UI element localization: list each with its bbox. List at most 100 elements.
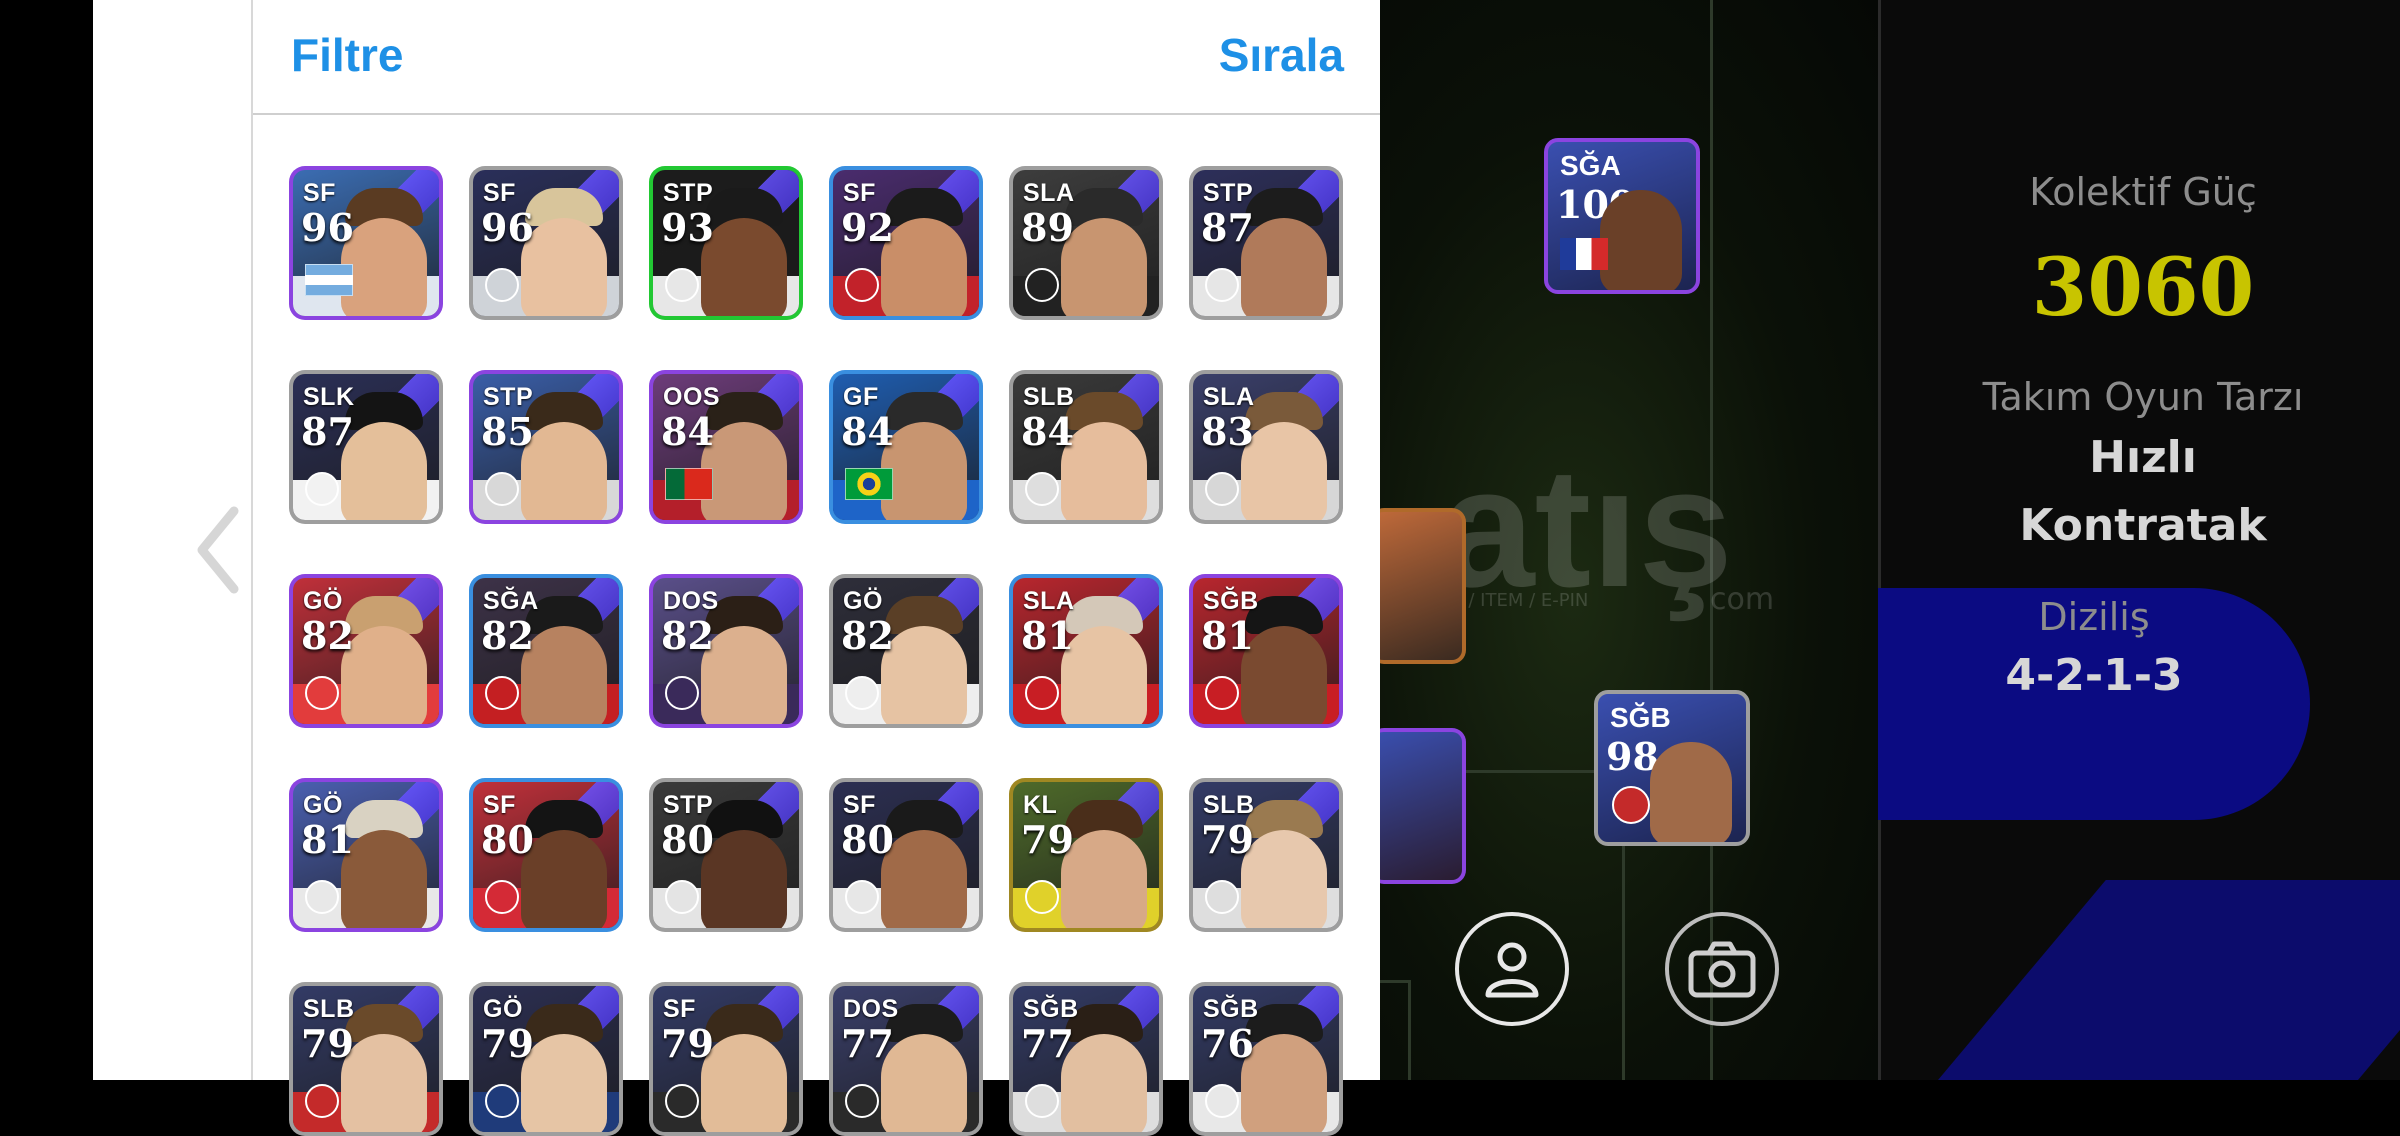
player-rating: 79 (301, 1021, 354, 1066)
pitch-player-card[interactable]: SĞB 98 (1594, 690, 1750, 846)
player-card[interactable]: SĞA 82 (469, 574, 623, 728)
club-badge-icon (1205, 268, 1239, 302)
formation-value: 4-2-1-3 (2005, 650, 2183, 701)
club-badge-icon (1025, 472, 1059, 506)
player-rating: 96 (301, 205, 354, 250)
player-card[interactable]: KL 79 (1009, 778, 1163, 932)
club-badge-icon (1025, 268, 1059, 302)
player-card[interactable]: SF 96 (469, 166, 623, 320)
collective-power-label: Kolektif Güç (2029, 170, 2257, 214)
player-card-image: SĞB 76 (1193, 986, 1339, 1132)
player-card[interactable]: STP 87 (1189, 166, 1343, 320)
player-card[interactable]: SF 92 (829, 166, 983, 320)
player-card[interactable]: GÖ 81 (289, 778, 443, 932)
player-position: SLA (1023, 179, 1075, 207)
flag-france-icon (1560, 238, 1608, 270)
player-position: SLB (1203, 791, 1255, 819)
player-profile-button[interactable] (1455, 912, 1569, 1026)
player-card-image: SLB 79 (293, 986, 439, 1132)
player-rating: 96 (481, 205, 534, 250)
club-badge-icon (665, 1084, 699, 1118)
player-card-image: DOS 82 (653, 578, 799, 724)
player-rating: 84 (1021, 409, 1074, 454)
player-card[interactable]: SF 96 (289, 166, 443, 320)
player-card-image: SF 80 (473, 782, 619, 928)
player-card[interactable]: SLA 81 (1009, 574, 1163, 728)
player-card[interactable]: GÖ 79 (469, 982, 623, 1136)
player-card[interactable]: OOS 84 (649, 370, 803, 524)
player-card[interactable]: SF 80 (829, 778, 983, 932)
club-badge-icon (1612, 786, 1650, 824)
club-badge-icon (1205, 472, 1239, 506)
screenshot-button[interactable] (1665, 912, 1779, 1026)
player-card[interactable]: STP 85 (469, 370, 623, 524)
pitch-player-card-partial[interactable] (1370, 728, 1466, 884)
player-card-image: STP 85 (473, 374, 619, 520)
player-position: GF (843, 383, 879, 411)
player-card-image: OOS 84 (653, 374, 799, 520)
player-rating: 87 (1201, 205, 1254, 250)
player-rating: 81 (301, 817, 354, 862)
player-position: SĞA (483, 587, 539, 615)
player-rating: 79 (1201, 817, 1254, 862)
player-card-image: STP 80 (653, 782, 799, 928)
player-card[interactable]: SLB 79 (289, 982, 443, 1136)
club-badge-icon (665, 268, 699, 302)
player-card[interactable]: DOS 82 (649, 574, 803, 728)
player-card[interactable]: SLB 84 (1009, 370, 1163, 524)
player-card-image: GÖ 82 (833, 578, 979, 724)
player-card-image: GÖ 82 (293, 578, 439, 724)
pitch-line (1408, 980, 1411, 1080)
player-card[interactable]: SLK 87 (289, 370, 443, 524)
player-rating: 80 (661, 817, 714, 862)
player-card[interactable]: DOS 77 (829, 982, 983, 1136)
player-card[interactable]: SLA 89 (1009, 166, 1163, 320)
club-badge-icon (665, 676, 699, 710)
pitch-player-card[interactable]: SĞA 100 (1544, 138, 1700, 294)
sort-button[interactable]: Sırala (1219, 28, 1344, 82)
player-card[interactable]: STP 80 (649, 778, 803, 932)
player-rating: 89 (1021, 205, 1074, 250)
club-badge-icon (665, 880, 699, 914)
watermark-domain: com (1710, 582, 1775, 617)
player-card-image: SF 80 (833, 782, 979, 928)
club-badge-icon (845, 1084, 879, 1118)
player-card[interactable]: GÖ 82 (829, 574, 983, 728)
player-card[interactable]: GF 84 (829, 370, 983, 524)
club-badge-icon (845, 676, 879, 710)
player-card[interactable]: SLB 79 (1189, 778, 1343, 932)
club-badge-icon (1205, 676, 1239, 710)
player-position: GÖ (303, 587, 343, 615)
player-rating: 87 (301, 409, 354, 454)
player-position: STP (663, 791, 714, 819)
pitch-player-card-partial[interactable] (1370, 508, 1466, 664)
player-card[interactable]: SĞB 81 (1189, 574, 1343, 728)
player-card[interactable]: SĞB 76 (1189, 982, 1343, 1136)
player-rating: 79 (1021, 817, 1074, 862)
player-card-image: KL 79 (1013, 782, 1159, 928)
club-badge-icon (485, 676, 519, 710)
player-rating: 77 (1021, 1021, 1074, 1066)
club-badge-icon (485, 1084, 519, 1118)
filter-button[interactable]: Filtre (291, 28, 403, 82)
player-card[interactable]: GÖ 82 (289, 574, 443, 728)
club-badge-icon (1205, 880, 1239, 914)
player-card[interactable]: SF 80 (469, 778, 623, 932)
player-card[interactable]: SLA 83 (1189, 370, 1343, 524)
player-card-image: SLA 89 (1013, 170, 1159, 316)
player-card[interactable]: SF 79 (649, 982, 803, 1136)
pitch-player-position: SĞB (1610, 702, 1671, 733)
player-card[interactable]: STP 93 (649, 166, 803, 320)
player-position: SĞB (1023, 995, 1079, 1023)
player-position: SF (843, 179, 876, 207)
club-badge-icon (1025, 1084, 1059, 1118)
player-rating: 93 (661, 205, 714, 250)
player-card[interactable]: SĞB 77 (1009, 982, 1163, 1136)
player-position: GÖ (483, 995, 523, 1023)
club-badge-icon (485, 268, 519, 302)
player-position: SĞB (1203, 995, 1259, 1023)
flag-argentina-icon (305, 264, 353, 296)
chevron-left-icon[interactable] (192, 505, 242, 595)
playstyle-line1: Hızlı (2089, 432, 2197, 483)
player-position: STP (483, 383, 534, 411)
